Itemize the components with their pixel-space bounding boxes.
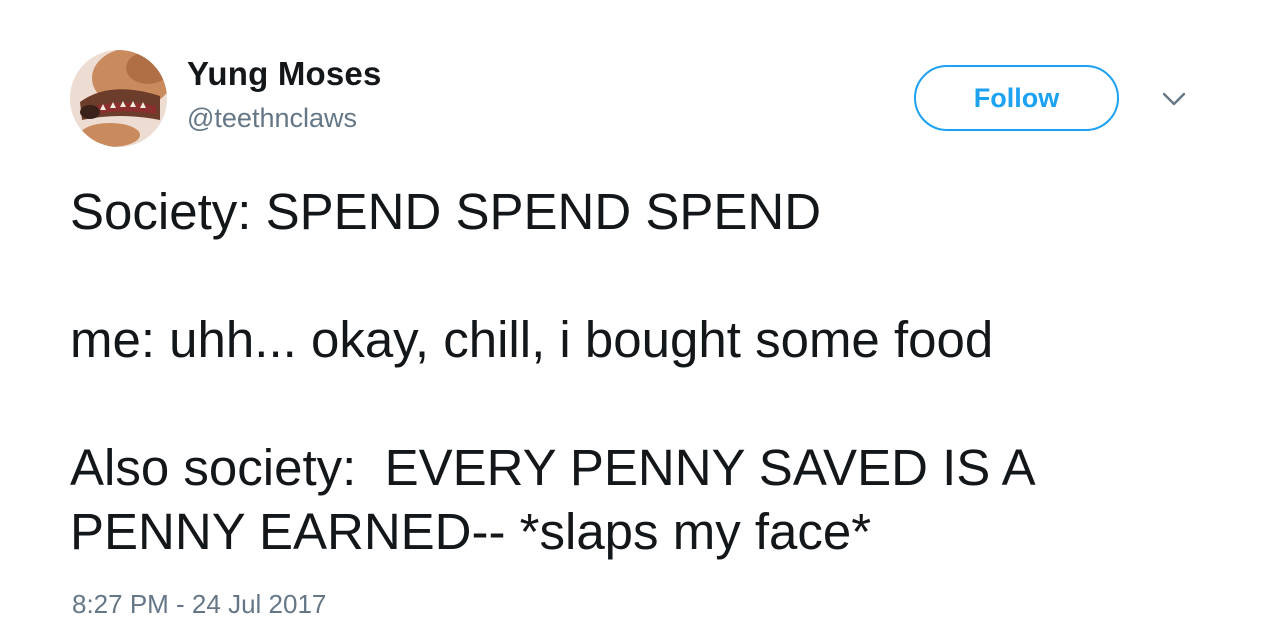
chevron-down-icon [1162,92,1186,106]
follow-button[interactable]: Follow [914,65,1119,131]
avatar[interactable] [70,50,167,147]
username[interactable]: @teethnclaws [187,103,357,134]
tweet-timestamp[interactable]: 8:27 PM - 24 Jul 2017 [72,589,326,620]
dog-avatar-icon [70,50,167,147]
tweet-card: Yung Moses @teethnclaws Follow Society: … [0,0,1263,631]
tweet-menu-button[interactable] [1160,88,1188,110]
tweet-text: Society: SPEND SPEND SPEND me: uhh... ok… [70,183,1033,560]
display-name[interactable]: Yung Moses [187,55,382,93]
